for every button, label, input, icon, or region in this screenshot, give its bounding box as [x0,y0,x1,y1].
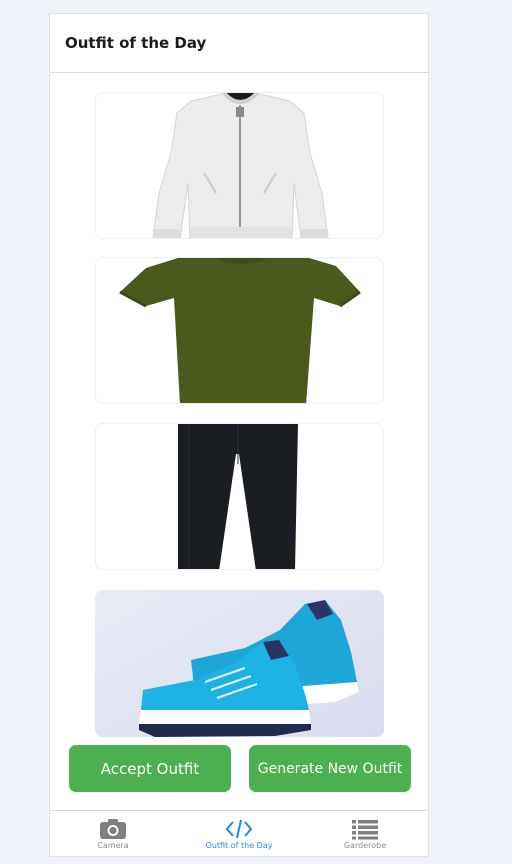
outfit-item-jacket[interactable] [95,92,384,239]
accept-outfit-button[interactable]: Accept Outfit [69,745,231,792]
bottom-tab-bar: Camera Outfit of the Day Garderobe [50,810,428,856]
trousers-image [96,424,383,569]
outfit-item-trousers[interactable] [95,423,384,570]
outfit-item-tshirt[interactable] [95,257,384,404]
outfit-item-sneakers[interactable] [95,590,384,737]
list-icon [352,820,378,840]
tab-camera[interactable]: Camera [50,811,176,856]
generate-new-outfit-button[interactable]: Generate New Outfit [249,745,411,792]
tshirt-image [96,258,383,403]
app-header: Outfit of the Day [50,14,428,73]
app-frame: Outfit of the Day Accept Outfit Generate… [49,13,429,857]
jacket-image [96,93,383,238]
tab-garderobe[interactable]: Garderobe [302,811,428,856]
camera-icon [100,819,126,839]
tab-camera-label: Camera [97,841,129,850]
code-icon [225,819,253,839]
sneakers-image [95,590,384,737]
page-title: Outfit of the Day [65,34,207,52]
tab-garderobe-label: Garderobe [343,841,387,850]
tab-outfit-of-the-day[interactable]: Outfit of the Day [176,811,302,856]
tab-outfit-label: Outfit of the Day [205,841,273,850]
action-buttons: Accept Outfit Generate New Outfit [68,745,412,793]
